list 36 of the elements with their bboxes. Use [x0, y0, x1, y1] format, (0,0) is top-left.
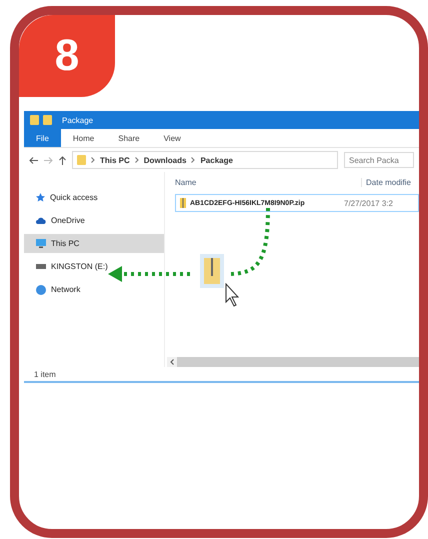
path-segment[interactable]: Downloads [144, 156, 186, 164]
drive-icon [36, 264, 46, 269]
step-number: 8 [19, 15, 115, 97]
back-arrow-icon[interactable] [29, 156, 38, 164]
ribbon-tab[interactable]: Home [60, 129, 106, 147]
cloud-icon [36, 217, 46, 224]
chevron-icon [191, 157, 196, 163]
chevron-icon [91, 157, 95, 163]
sidebar-item[interactable]: Network [24, 280, 164, 299]
column-header[interactable]: Name [175, 178, 362, 186]
sidebar-item[interactable]: KINGSTON (E:) [24, 257, 164, 276]
chevron-icon [134, 157, 139, 163]
zip-folder-icon [180, 198, 186, 208]
ribbon-tab[interactable]: View [152, 129, 193, 147]
sidebar-item[interactable]: OneDrive [24, 211, 164, 230]
search-field[interactable]: Search Packa [344, 152, 414, 168]
sidebar-item[interactable]: Quick access [24, 188, 164, 207]
star-icon [36, 193, 45, 202]
path-segment[interactable]: This PC [100, 156, 130, 164]
dragged-zip-folder-icon [200, 254, 224, 288]
column-header[interactable]: Date modifie [362, 178, 411, 186]
chevron-left-icon [170, 359, 174, 365]
monitor-icon [36, 239, 46, 248]
scroll-left-button[interactable] [167, 357, 177, 367]
up-arrow-icon[interactable] [59, 156, 66, 164]
window-title: Package [62, 116, 94, 124]
status-text: 1 item [33, 368, 57, 380]
sidebar-item[interactable]: This PC [24, 234, 164, 253]
folder-icon [77, 155, 86, 165]
network-icon [36, 284, 46, 294]
ribbon-tab[interactable]: File [24, 129, 61, 147]
cursor-icon [225, 283, 239, 307]
ribbon-tab[interactable]: Share [106, 129, 152, 147]
path-segment[interactable]: Package [200, 156, 233, 164]
address-bar[interactable]: This PC Downloads Package [72, 151, 338, 169]
horizontal-scrollbar[interactable] [167, 357, 419, 367]
